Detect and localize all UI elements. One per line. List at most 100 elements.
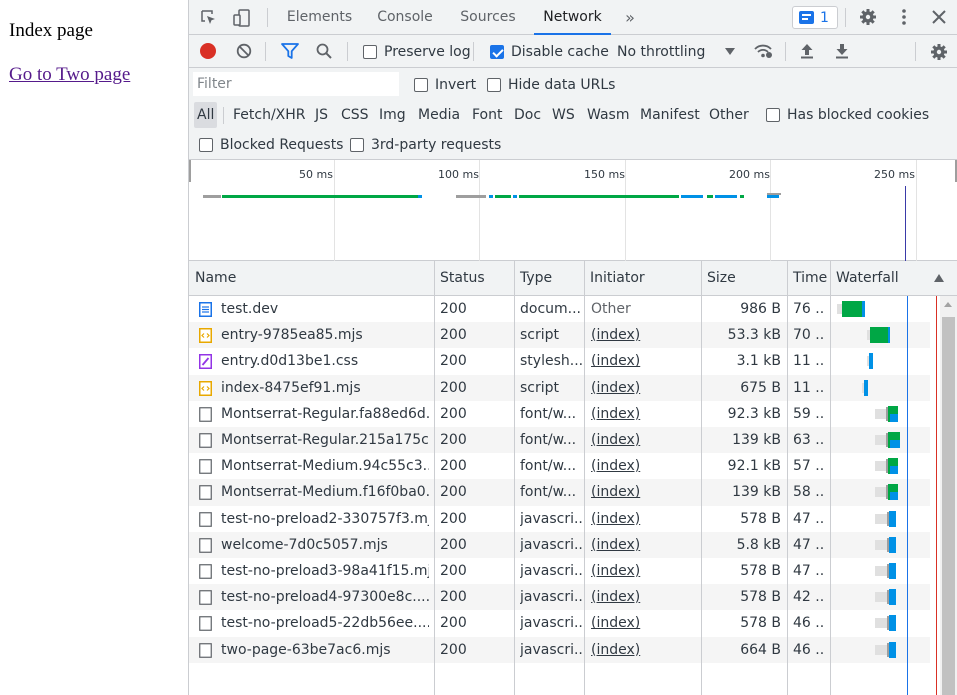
type-filter-media[interactable]: Media bbox=[415, 102, 463, 128]
request-initiator[interactable]: (index) bbox=[591, 401, 701, 427]
column-divider[interactable] bbox=[787, 261, 788, 695]
scrollbar-thumb[interactable] bbox=[942, 317, 955, 695]
column-header-status[interactable]: Status bbox=[434, 261, 514, 296]
request-name[interactable]: two-page-63be7ac6.mjs bbox=[221, 637, 429, 663]
network-conditions-wifi-icon[interactable] bbox=[752, 42, 774, 60]
table-row[interactable]: test-no-preload2-330757f3.mjs 200 javascri… bbox=[189, 506, 930, 532]
request-name[interactable]: test-no-preload4-97300e8c.... bbox=[221, 584, 429, 610]
request-name[interactable]: test-no-preload3-98a41f15.mjs bbox=[221, 558, 429, 584]
table-row[interactable]: index-8475ef91.mjs 200 script (index) 675 B 1… bbox=[189, 374, 930, 401]
column-divider[interactable] bbox=[830, 261, 831, 695]
column-divider[interactable] bbox=[584, 261, 585, 695]
disable-cache-checkbox[interactable]: Disable cache bbox=[490, 43, 609, 60]
timeline-window-handle-left[interactable] bbox=[189, 160, 191, 182]
type-filter-other[interactable]: Other bbox=[706, 102, 752, 128]
throttling-select[interactable]: No throttling bbox=[617, 43, 739, 60]
tab-console[interactable]: Console bbox=[370, 0, 440, 35]
table-row[interactable]: Montserrat-Regular.fa88ed6d... 200 font/w.… bbox=[189, 401, 930, 427]
request-initiator[interactable]: (index) bbox=[591, 348, 701, 374]
column-divider[interactable] bbox=[701, 261, 702, 695]
type-filter-ws[interactable]: WS bbox=[549, 102, 578, 128]
column-header-size[interactable]: Size bbox=[701, 261, 787, 296]
table-row[interactable]: test.dev 200 docum... Other 986 B 76 ... bbox=[189, 296, 930, 322]
request-name[interactable]: Montserrat-Medium.f16f0ba0... bbox=[221, 479, 429, 505]
device-toolbar-icon[interactable] bbox=[231, 7, 253, 29]
column-header-name[interactable]: Name bbox=[189, 261, 434, 296]
type-filter-css[interactable]: CSS bbox=[338, 102, 372, 128]
search-icon[interactable] bbox=[315, 42, 333, 60]
go-to-two-page-link[interactable]: Go to Two page bbox=[9, 64, 130, 86]
column-header-initiator[interactable]: Initiator bbox=[584, 261, 701, 296]
column-header-time[interactable]: Time bbox=[787, 261, 827, 296]
request-initiator[interactable]: (index) bbox=[591, 479, 701, 505]
type-filter-doc[interactable]: Doc bbox=[511, 102, 544, 128]
request-name[interactable]: test-no-preload2-330757f3.mjs bbox=[221, 506, 429, 532]
more-tabs-chevron-icon[interactable]: » bbox=[621, 8, 639, 27]
scroll-up-arrow-icon[interactable] bbox=[944, 302, 952, 307]
filter-input[interactable] bbox=[193, 72, 399, 96]
third-party-requests-checkbox[interactable]: 3rd-party requests bbox=[350, 136, 501, 153]
blocked-requests-checkbox[interactable]: Blocked Requests bbox=[199, 136, 343, 153]
type-filter-img[interactable]: Img bbox=[376, 102, 409, 128]
type-filter-font[interactable]: Font bbox=[469, 102, 505, 128]
request-name[interactable]: entry-9785ea85.mjs bbox=[221, 322, 429, 348]
export-har-download-icon[interactable] bbox=[833, 42, 851, 60]
network-overview-timeline[interactable]: 50 ms 100 ms 150 ms 200 ms 250 ms bbox=[189, 160, 957, 261]
table-row[interactable]: test-no-preload3-98a41f15.mjs 200 javascri… bbox=[189, 558, 930, 584]
table-row[interactable]: Montserrat-Medium.f16f0ba0... 200 font/w..… bbox=[189, 479, 930, 506]
request-initiator[interactable]: (index) bbox=[591, 532, 701, 558]
request-name[interactable]: Montserrat-Regular.fa88ed6d... bbox=[221, 401, 429, 427]
tab-sources[interactable]: Sources bbox=[453, 0, 523, 35]
table-row[interactable]: test-no-preload4-97300e8c.... 200 javascri… bbox=[189, 584, 930, 611]
type-filter-fetch-xhr[interactable]: Fetch/XHR bbox=[230, 102, 309, 128]
network-settings-gear-icon[interactable] bbox=[929, 42, 949, 62]
request-initiator[interactable]: (index) bbox=[591, 637, 701, 663]
request-initiator[interactable]: (index) bbox=[591, 322, 701, 348]
request-initiator[interactable]: (index) bbox=[591, 584, 701, 610]
table-row[interactable]: two-page-63be7ac6.mjs 200 javascri... (inde… bbox=[189, 636, 930, 663]
request-name[interactable]: welcome-7d0c5057.mjs bbox=[221, 532, 429, 558]
type-filter-wasm[interactable]: Wasm bbox=[584, 102, 632, 128]
request-name[interactable]: test-no-preload5-22db56ee.... bbox=[221, 610, 429, 636]
type-filter-manifest[interactable]: Manifest bbox=[637, 102, 703, 128]
type-filter-all[interactable]: All bbox=[194, 102, 218, 128]
request-name[interactable]: test.dev bbox=[221, 296, 429, 322]
import-har-upload-icon[interactable] bbox=[798, 42, 816, 60]
filter-funnel-icon[interactable] bbox=[280, 42, 300, 60]
issues-button[interactable]: 1 bbox=[792, 6, 838, 29]
more-options-kebab-icon[interactable] bbox=[894, 7, 914, 27]
record-icon[interactable] bbox=[199, 42, 217, 60]
request-name[interactable]: Montserrat-Regular.215a175c... bbox=[221, 427, 429, 453]
request-initiator[interactable]: (index) bbox=[591, 375, 701, 401]
request-initiator[interactable]: (index) bbox=[591, 427, 701, 453]
request-initiator[interactable]: (index) bbox=[591, 558, 701, 584]
table-row[interactable]: welcome-7d0c5057.mjs 200 javascri... (index… bbox=[189, 531, 930, 558]
preserve-log-checkbox[interactable]: Preserve log bbox=[363, 43, 471, 60]
table-row[interactable]: test-no-preload5-22db56ee.... 200 javascri… bbox=[189, 610, 930, 636]
type-filter-js[interactable]: JS bbox=[312, 102, 331, 128]
table-row[interactable]: Montserrat-Regular.215a175c... 200 font/w.… bbox=[189, 427, 930, 454]
hide-data-urls-checkbox[interactable]: Hide data URLs bbox=[487, 76, 615, 93]
column-divider[interactable] bbox=[434, 261, 435, 695]
request-name[interactable]: entry.d0d13be1.css bbox=[221, 348, 429, 374]
table-row[interactable]: Montserrat-Medium.94c55c3... 200 font/w...… bbox=[189, 453, 930, 479]
inspect-element-icon[interactable] bbox=[199, 8, 219, 28]
tab-network[interactable]: Network bbox=[534, 0, 611, 35]
tab-elements[interactable]: Elements bbox=[281, 0, 358, 35]
request-initiator[interactable]: (index) bbox=[591, 453, 701, 479]
settings-gear-icon[interactable] bbox=[858, 7, 878, 27]
table-scrollbar[interactable] bbox=[940, 296, 957, 695]
request-initiator[interactable]: (index) bbox=[591, 610, 701, 636]
request-name[interactable]: Montserrat-Medium.94c55c3... bbox=[221, 453, 429, 479]
has-blocked-cookies-checkbox[interactable]: Has blocked cookies bbox=[766, 106, 929, 123]
column-divider[interactable] bbox=[514, 261, 515, 695]
close-icon[interactable] bbox=[929, 7, 949, 27]
column-header-type[interactable]: Type bbox=[514, 261, 584, 296]
invert-checkbox[interactable]: Invert bbox=[414, 76, 476, 93]
table-row[interactable]: entry.d0d13be1.css 200 stylesh... (index) 3.… bbox=[189, 348, 930, 374]
request-initiator[interactable]: (index) bbox=[591, 506, 701, 532]
clear-icon[interactable] bbox=[235, 42, 253, 60]
request-name[interactable]: index-8475ef91.mjs bbox=[221, 375, 429, 401]
table-row[interactable]: entry-9785ea85.mjs 200 script (index) 53.3 k… bbox=[189, 322, 930, 349]
sort-ascending-icon[interactable] bbox=[934, 274, 944, 282]
